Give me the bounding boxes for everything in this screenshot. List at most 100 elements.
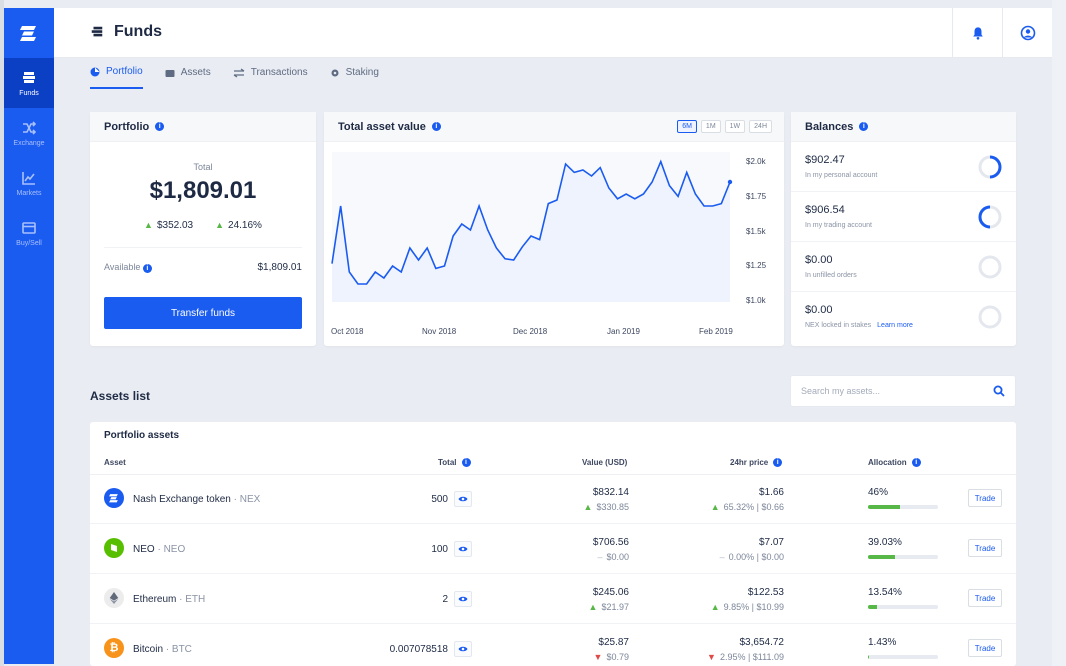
asset-search-box <box>790 375 1016 407</box>
value-usd: $832.14 <box>592 487 629 498</box>
column-header-text: 24hr price <box>730 458 769 467</box>
sidebar-item-buy-sell[interactable]: Buy/Sell <box>4 208 54 258</box>
sidebar-item-markets[interactable]: Markets <box>4 158 54 208</box>
data-point <box>727 179 733 185</box>
tab-label: Portfolio <box>106 66 143 77</box>
tab-staking[interactable]: Staking <box>330 66 379 89</box>
app-frame: Funds Exchange Markets Buy/Sell Funds Po… <box>0 0 1066 666</box>
portfolio-assets-table: Portfolio assets Asset Total i Value (USD… <box>90 422 1016 666</box>
asset-name: Ethereum · ETH <box>133 594 205 605</box>
balance-label: In my personal account <box>805 172 878 179</box>
range-1m-button[interactable]: 1M <box>700 120 721 133</box>
dash-icon: – <box>597 552 603 562</box>
trade-button[interactable]: Trade <box>968 539 1002 557</box>
column-header-price: 24hr price i <box>730 458 783 467</box>
transfer-funds-button[interactable]: Transfer funds <box>104 297 302 329</box>
asset-name-text: NEO <box>133 544 155 555</box>
column-header-text: Value (USD) <box>582 458 628 467</box>
app-logo[interactable] <box>4 8 54 58</box>
asset-symbol: · NEX <box>233 494 261 505</box>
asset-name-text: Nash Exchange token <box>133 494 231 505</box>
eye-icon <box>458 596 468 602</box>
change-value-text: $352.03 <box>156 220 194 231</box>
notifications-button[interactable] <box>952 8 1002 58</box>
user-icon <box>1020 25 1035 41</box>
asset-name: Nash Exchange token · NEX <box>133 494 260 505</box>
portfolio-card: Portfolio i Total $1,809.01 ▲ $352.03 ▲ 24… <box>90 112 316 346</box>
view-toggle-button[interactable] <box>454 591 472 607</box>
balance-label-text: NEX locked in stakes <box>805 322 872 329</box>
price-change-text: 2.95% | $111.09 <box>719 652 784 662</box>
y-tick-label: $1.25 <box>746 261 767 270</box>
table-title: Portfolio assets <box>104 430 180 441</box>
range-1w-button[interactable]: 1W <box>724 120 746 133</box>
balance-label: In my trading account <box>805 222 872 229</box>
view-toggle-button[interactable] <box>454 491 472 507</box>
wallet-icon <box>165 69 175 77</box>
search-input[interactable] <box>801 386 981 396</box>
balance-ring-chart <box>978 305 1002 329</box>
learn-more-link[interactable]: Learn more <box>877 322 913 329</box>
trade-button[interactable]: Trade <box>968 489 1002 507</box>
top-header: Funds <box>54 8 1052 58</box>
sidebar-item-funds[interactable]: Funds <box>4 58 54 108</box>
info-icon[interactable]: i <box>155 122 165 131</box>
info-icon[interactable]: i <box>859 122 869 131</box>
asset-value: $706.56 – $0.00 <box>593 537 629 562</box>
info-icon[interactable]: i <box>911 458 921 467</box>
balance-value: $0.00 <box>805 304 833 316</box>
card-header: Balances i <box>791 112 1016 142</box>
balance-label: In unfilled orders <box>805 272 857 279</box>
balance-ring-chart <box>978 155 1002 179</box>
allocation-percent: 46% <box>868 487 889 498</box>
trade-button[interactable]: Trade <box>968 639 1002 657</box>
view-toggle-button[interactable] <box>454 541 472 557</box>
asset-total: 500 <box>431 494 448 505</box>
page-title: Funds <box>90 23 162 41</box>
asset-value: $245.06 ▲ $21.97 <box>589 587 629 612</box>
tab-transactions[interactable]: Transactions <box>233 66 308 89</box>
table-row: ₿ Bitcoin · BTC 0.007078518 $25.87 ▼ $0.79… <box>90 624 1016 666</box>
range-6m-button[interactable]: 6M <box>677 120 697 133</box>
card-title: Portfolio <box>104 120 150 133</box>
x-tick-label: Oct 2018 <box>331 327 364 336</box>
allocation-percent: 13.54% <box>868 587 902 598</box>
x-tick-label: Nov 2018 <box>422 327 457 336</box>
arrow-down-icon: ▼ <box>593 652 603 662</box>
balances-card: Balances i $902.47 In my personal accoun… <box>791 112 1016 346</box>
info-icon[interactable]: i <box>773 458 783 467</box>
tab-assets[interactable]: Assets <box>165 66 211 89</box>
tab-portfolio[interactable]: Portfolio <box>90 66 143 89</box>
price-24hr: $3,654.72 <box>739 637 785 648</box>
allocation-fill <box>868 655 869 659</box>
asset-symbol-text: NEO <box>163 544 186 555</box>
page-title-text: Funds <box>114 23 162 40</box>
price-change-text: 9.85% | $10.99 <box>723 602 784 612</box>
balance-row: $902.47 In my personal account <box>791 142 1016 192</box>
search-icon[interactable] <box>993 385 1005 397</box>
change-percent: ▲ 24.16% <box>215 220 262 231</box>
trade-button[interactable]: Trade <box>968 589 1002 607</box>
change-value: ▲ $352.03 <box>144 220 193 231</box>
view-toggle-button[interactable] <box>454 641 472 657</box>
info-icon[interactable]: i <box>461 458 471 467</box>
sidebar-item-exchange[interactable]: Exchange <box>4 108 54 158</box>
account-button[interactable] <box>1002 8 1052 58</box>
arrow-up-icon: ▲ <box>588 602 598 612</box>
range-selector: 6M 1M 1W 24H <box>677 120 772 133</box>
total-label: Total <box>193 162 213 172</box>
range-24h-button[interactable]: 24H <box>749 120 772 133</box>
nex-coin-icon <box>104 488 124 508</box>
sidebar-label: Funds <box>19 89 39 97</box>
sidebar-label: Markets <box>16 189 42 197</box>
info-icon[interactable]: i <box>431 122 441 131</box>
card-header: Portfolio i <box>90 112 316 142</box>
asset-value: $832.14 ▲ $330.85 <box>584 487 629 512</box>
balance-row: $0.00 In unfilled orders <box>791 242 1016 292</box>
info-icon[interactable]: i <box>142 264 152 273</box>
allocation-percent: 1.43% <box>868 637 897 648</box>
arrow-down-icon: ▼ <box>707 652 716 662</box>
balance-value: $902.47 <box>805 154 845 166</box>
allocation-bar <box>868 605 938 609</box>
allocation-bar <box>868 505 938 509</box>
